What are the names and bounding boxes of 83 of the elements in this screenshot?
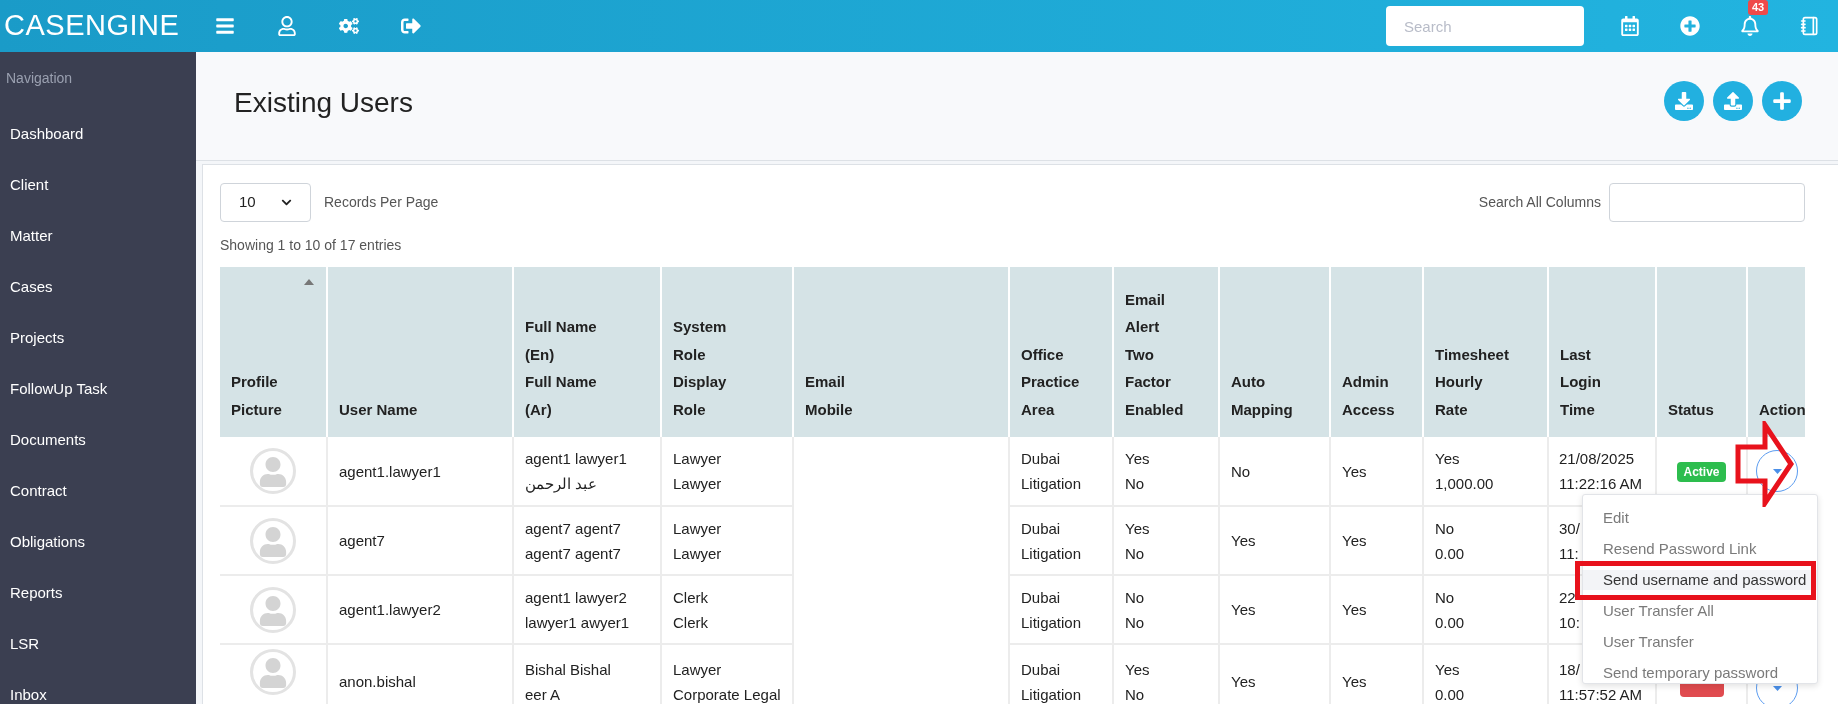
table-cell: No bbox=[1219, 437, 1330, 506]
avatar-icon bbox=[250, 448, 296, 494]
column-header[interactable]: Profile Picture bbox=[220, 267, 327, 437]
sidebar-item[interactable]: Inbox bbox=[0, 670, 196, 704]
avatar-icon bbox=[250, 517, 296, 564]
status-badge: Active bbox=[1677, 461, 1726, 482]
table-cell: Clerk Clerk bbox=[661, 575, 793, 644]
column-header[interactable]: Auto Mapping bbox=[1219, 267, 1330, 437]
entries-info: Showing 1 to 10 of 17 entries bbox=[220, 236, 403, 255]
sidebar-item[interactable]: FollowUp Task bbox=[0, 364, 196, 415]
column-header[interactable]: Last Login Time bbox=[1548, 267, 1656, 437]
page-size-select[interactable]: 10 bbox=[220, 182, 311, 222]
sidebar-item[interactable]: Client bbox=[0, 160, 196, 211]
calendar-icon[interactable] bbox=[1618, 14, 1642, 38]
column-header[interactable]: System Role Display Role bbox=[661, 267, 793, 437]
table-cell: No 0.00 bbox=[1423, 575, 1548, 644]
table-cell: agent7 agent7 agent7 agent7 bbox=[513, 506, 661, 575]
table-cell: Dubai Litigation bbox=[1009, 506, 1113, 575]
sidebar-heading: Navigation bbox=[5, 69, 74, 88]
notification-badge: 43 bbox=[1748, 0, 1769, 15]
column-header[interactable]: Email Alert Two Factor Enabled bbox=[1113, 267, 1219, 437]
column-header[interactable]: Office Practice Area bbox=[1009, 267, 1113, 437]
table-cell: Yes bbox=[1219, 506, 1330, 575]
table-cell: Yes bbox=[1330, 506, 1423, 575]
sidebar-item[interactable]: Matter bbox=[0, 211, 196, 262]
download-icon bbox=[1675, 92, 1693, 110]
sidebar-item[interactable]: LSR bbox=[0, 619, 196, 670]
menu-item[interactable]: Send username and password bbox=[1583, 570, 1817, 590]
table-cell: agent7 bbox=[327, 506, 513, 575]
table-cell: Yes bbox=[1330, 644, 1423, 704]
bell-icon[interactable] bbox=[1738, 14, 1762, 38]
table-search-field[interactable] bbox=[1609, 182, 1805, 222]
sidebar-item[interactable]: Contract bbox=[0, 466, 196, 517]
column-header[interactable]: Action bbox=[1747, 267, 1806, 437]
sidebar-item[interactable]: Documents bbox=[0, 415, 196, 466]
table-cell: Dubai Litigation bbox=[1009, 437, 1113, 506]
upload-icon bbox=[1724, 92, 1742, 110]
table-cell: Yes 1,000.00 bbox=[1423, 437, 1548, 506]
table-cell: agent1.lawyer2 bbox=[327, 575, 513, 644]
table-cell: Yes bbox=[1330, 437, 1423, 506]
search-field[interactable]: Search bbox=[1386, 6, 1584, 46]
add-button[interactable] bbox=[1762, 81, 1802, 121]
plus-icon bbox=[1772, 91, 1792, 111]
table-cell: No No bbox=[1113, 575, 1219, 644]
page-title: Existing Users bbox=[234, 86, 414, 120]
table-cell: Yes bbox=[1219, 644, 1330, 704]
upload-button[interactable] bbox=[1713, 81, 1753, 121]
sidebar-item[interactable]: Reports bbox=[0, 568, 196, 619]
caret-down-icon bbox=[1772, 468, 1782, 474]
column-header[interactable]: Timesheet Hourly Rate bbox=[1423, 267, 1548, 437]
search-label: Search All Columns bbox=[1478, 192, 1601, 212]
column-header[interactable]: Full Name (En) Full Name (Ar) bbox=[513, 267, 661, 437]
table-cell: Yes bbox=[1219, 575, 1330, 644]
sidebar-item[interactable]: Dashboard bbox=[0, 109, 196, 160]
column-header[interactable]: User Name bbox=[327, 267, 513, 437]
table-cell: Yes No bbox=[1113, 644, 1219, 704]
table-cell: Dubai Litigation bbox=[1009, 575, 1113, 644]
table-cell: No 0.00 bbox=[1423, 506, 1548, 575]
table-cell: Yes No bbox=[1113, 506, 1219, 575]
table-cell: Yes 0.00 bbox=[1423, 644, 1548, 704]
avatar-icon bbox=[250, 586, 296, 633]
sidebar-item[interactable]: Cases bbox=[0, 262, 196, 313]
table-cell: Dubai Litigation bbox=[1009, 644, 1113, 704]
column-header[interactable]: Status bbox=[1656, 267, 1747, 437]
table-cell: Yes No bbox=[1113, 437, 1219, 506]
page-size-label: Records Per Page bbox=[324, 192, 439, 212]
avatar-icon bbox=[250, 649, 296, 695]
table-cell: agent1 lawyer2 lawyer1 awyer1 bbox=[513, 575, 661, 644]
table-cell: anon.bishal bbox=[327, 644, 513, 704]
table-cell: Lawyer Corporate Legal bbox=[661, 644, 793, 704]
table-cell: Bishal Bishal eer A bbox=[513, 644, 661, 704]
user-icon[interactable] bbox=[275, 14, 299, 38]
sidebar-item[interactable]: Projects bbox=[0, 313, 196, 364]
add-icon[interactable] bbox=[1678, 14, 1702, 38]
sidebar-item[interactable]: Obligations bbox=[0, 517, 196, 568]
table-cell: Lawyer Lawyer bbox=[661, 506, 793, 575]
table-cell: agent1.lawyer1 bbox=[327, 437, 513, 506]
table-cell: Lawyer Lawyer bbox=[661, 437, 793, 506]
download-button[interactable] bbox=[1664, 81, 1704, 121]
table-cell: Yes bbox=[1330, 575, 1423, 644]
app-logo: CASENGINE bbox=[4, 8, 181, 44]
column-header[interactable]: Email Mobile bbox=[793, 267, 1009, 437]
column-header[interactable]: Admin Access bbox=[1330, 267, 1423, 437]
